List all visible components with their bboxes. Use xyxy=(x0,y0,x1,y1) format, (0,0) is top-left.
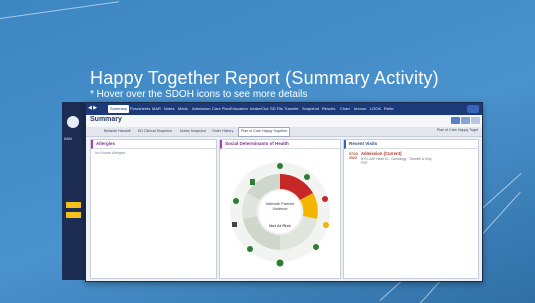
toolbar-item[interactable]: Results xyxy=(320,105,337,113)
utensils-icon[interactable] xyxy=(293,185,298,191)
sdoh-center-status: Not At Risk xyxy=(269,223,291,228)
user-icon[interactable] xyxy=(67,116,79,128)
ehr-window: ◀ ▶ Summary Flowsheets MAR Notes Meds Ad… xyxy=(85,102,483,282)
header-button[interactable] xyxy=(461,117,470,124)
toolbar-item[interactable]: Transfer xyxy=(282,105,301,113)
header-button[interactable] xyxy=(471,117,480,124)
toolbar-item[interactable]: Flowsheets xyxy=(128,105,152,113)
toolbar-item[interactable]: Refer xyxy=(382,105,396,113)
tab-order-history[interactable]: Order History xyxy=(212,128,233,135)
toolbar-item-summary[interactable]: Summary xyxy=(108,105,130,113)
slide-background: Happy Together Report (Summary Activity)… xyxy=(0,0,535,303)
slide-title: Happy Together Report (Summary Activity) xyxy=(90,68,439,88)
slide-subtitle: * Hover over the SDOH icons to see more … xyxy=(90,89,308,100)
tab-nurse-snapshot[interactable]: Nurse Snapshot xyxy=(180,128,206,135)
report-selector[interactable]: Plan of Care Happy Toget xyxy=(437,128,478,132)
education-icon[interactable] xyxy=(250,179,255,185)
status-flag xyxy=(66,212,81,218)
recent-visits-header[interactable]: Recent Visits xyxy=(344,140,478,149)
document-icon[interactable] xyxy=(232,222,237,227)
activity-title: Summary xyxy=(90,116,122,123)
allergies-title: Allergies xyxy=(96,141,116,146)
activity-header: Summary xyxy=(86,115,482,127)
activity-toolbar: ◀ ▶ Summary Flowsheets MAR Notes Meds Ad… xyxy=(86,103,482,115)
toolbar-item[interactable]: Meds xyxy=(176,105,190,113)
tab-plan-of-care[interactable]: Plan of Care Happy Together xyxy=(238,127,291,137)
transport-icon[interactable] xyxy=(322,196,328,202)
visit-detail: NYU LMH Heart M... Cardiology - Tinsmith… xyxy=(361,157,432,161)
activity-icon[interactable] xyxy=(233,198,239,204)
allergies-text: No Known Allergies xyxy=(95,151,126,155)
status-flag xyxy=(66,202,81,208)
sdoh-wheel xyxy=(230,162,330,267)
food-icon[interactable] xyxy=(304,174,310,180)
housing-icon[interactable] xyxy=(277,163,283,169)
recent-visits-panel: Recent Visits 07/19 2022 Admission (Curr… xyxy=(343,139,479,279)
recent-visits-title: Recent Visits xyxy=(349,141,378,146)
report-tabs: Bedside Handoff ED Clinical Snapshot Nur… xyxy=(86,127,482,137)
visit-title-link[interactable]: Admission (Current) xyxy=(361,151,401,156)
tab-ed-clinical-snapshot[interactable]: ED Clinical Snapshot xyxy=(138,128,172,135)
toolbar-item[interactable]: Chart xyxy=(338,105,352,113)
sdoh-panel: Social Determinants of Health Intimate P… xyxy=(219,139,341,279)
sdoh-header[interactable]: Social Determinants of Health xyxy=(220,140,340,149)
stress-icon[interactable] xyxy=(247,246,253,252)
back-arrow-icon[interactable]: ◀ ▶ xyxy=(88,105,97,111)
decorative-line xyxy=(0,1,119,19)
visit-detail: PMT xyxy=(361,161,368,165)
visit-date: 07/19 2022 xyxy=(349,152,358,160)
toolbar-item[interactable]: LOOK xyxy=(368,105,383,113)
toolbar-item[interactable]: Notes xyxy=(162,105,176,113)
finance-icon[interactable] xyxy=(323,222,329,228)
window-menu-button[interactable] xyxy=(467,105,479,113)
left-nav-strip: IMM xyxy=(62,102,85,280)
toolbar-item[interactable]: Snapshot xyxy=(300,105,321,113)
allergies-header[interactable]: Allergies xyxy=(91,140,216,149)
toolbar-item[interactable]: Immun xyxy=(352,105,368,113)
social-icon[interactable] xyxy=(276,259,284,267)
toolbar-item[interactable]: MAR xyxy=(150,105,163,113)
sdoh-center-label: Intimate Partner Violence xyxy=(265,201,295,211)
safety-icon[interactable] xyxy=(313,244,319,250)
tab-bedside-handoff[interactable]: Bedside Handoff xyxy=(104,128,131,135)
toolbar-item[interactable]: Education xyxy=(228,105,250,113)
allergies-panel: Allergies No Known Allergies xyxy=(90,139,217,279)
sdoh-title: Social Determinants of Health xyxy=(225,141,289,146)
nav-text: IMM xyxy=(64,136,72,141)
header-button[interactable] xyxy=(451,117,460,124)
